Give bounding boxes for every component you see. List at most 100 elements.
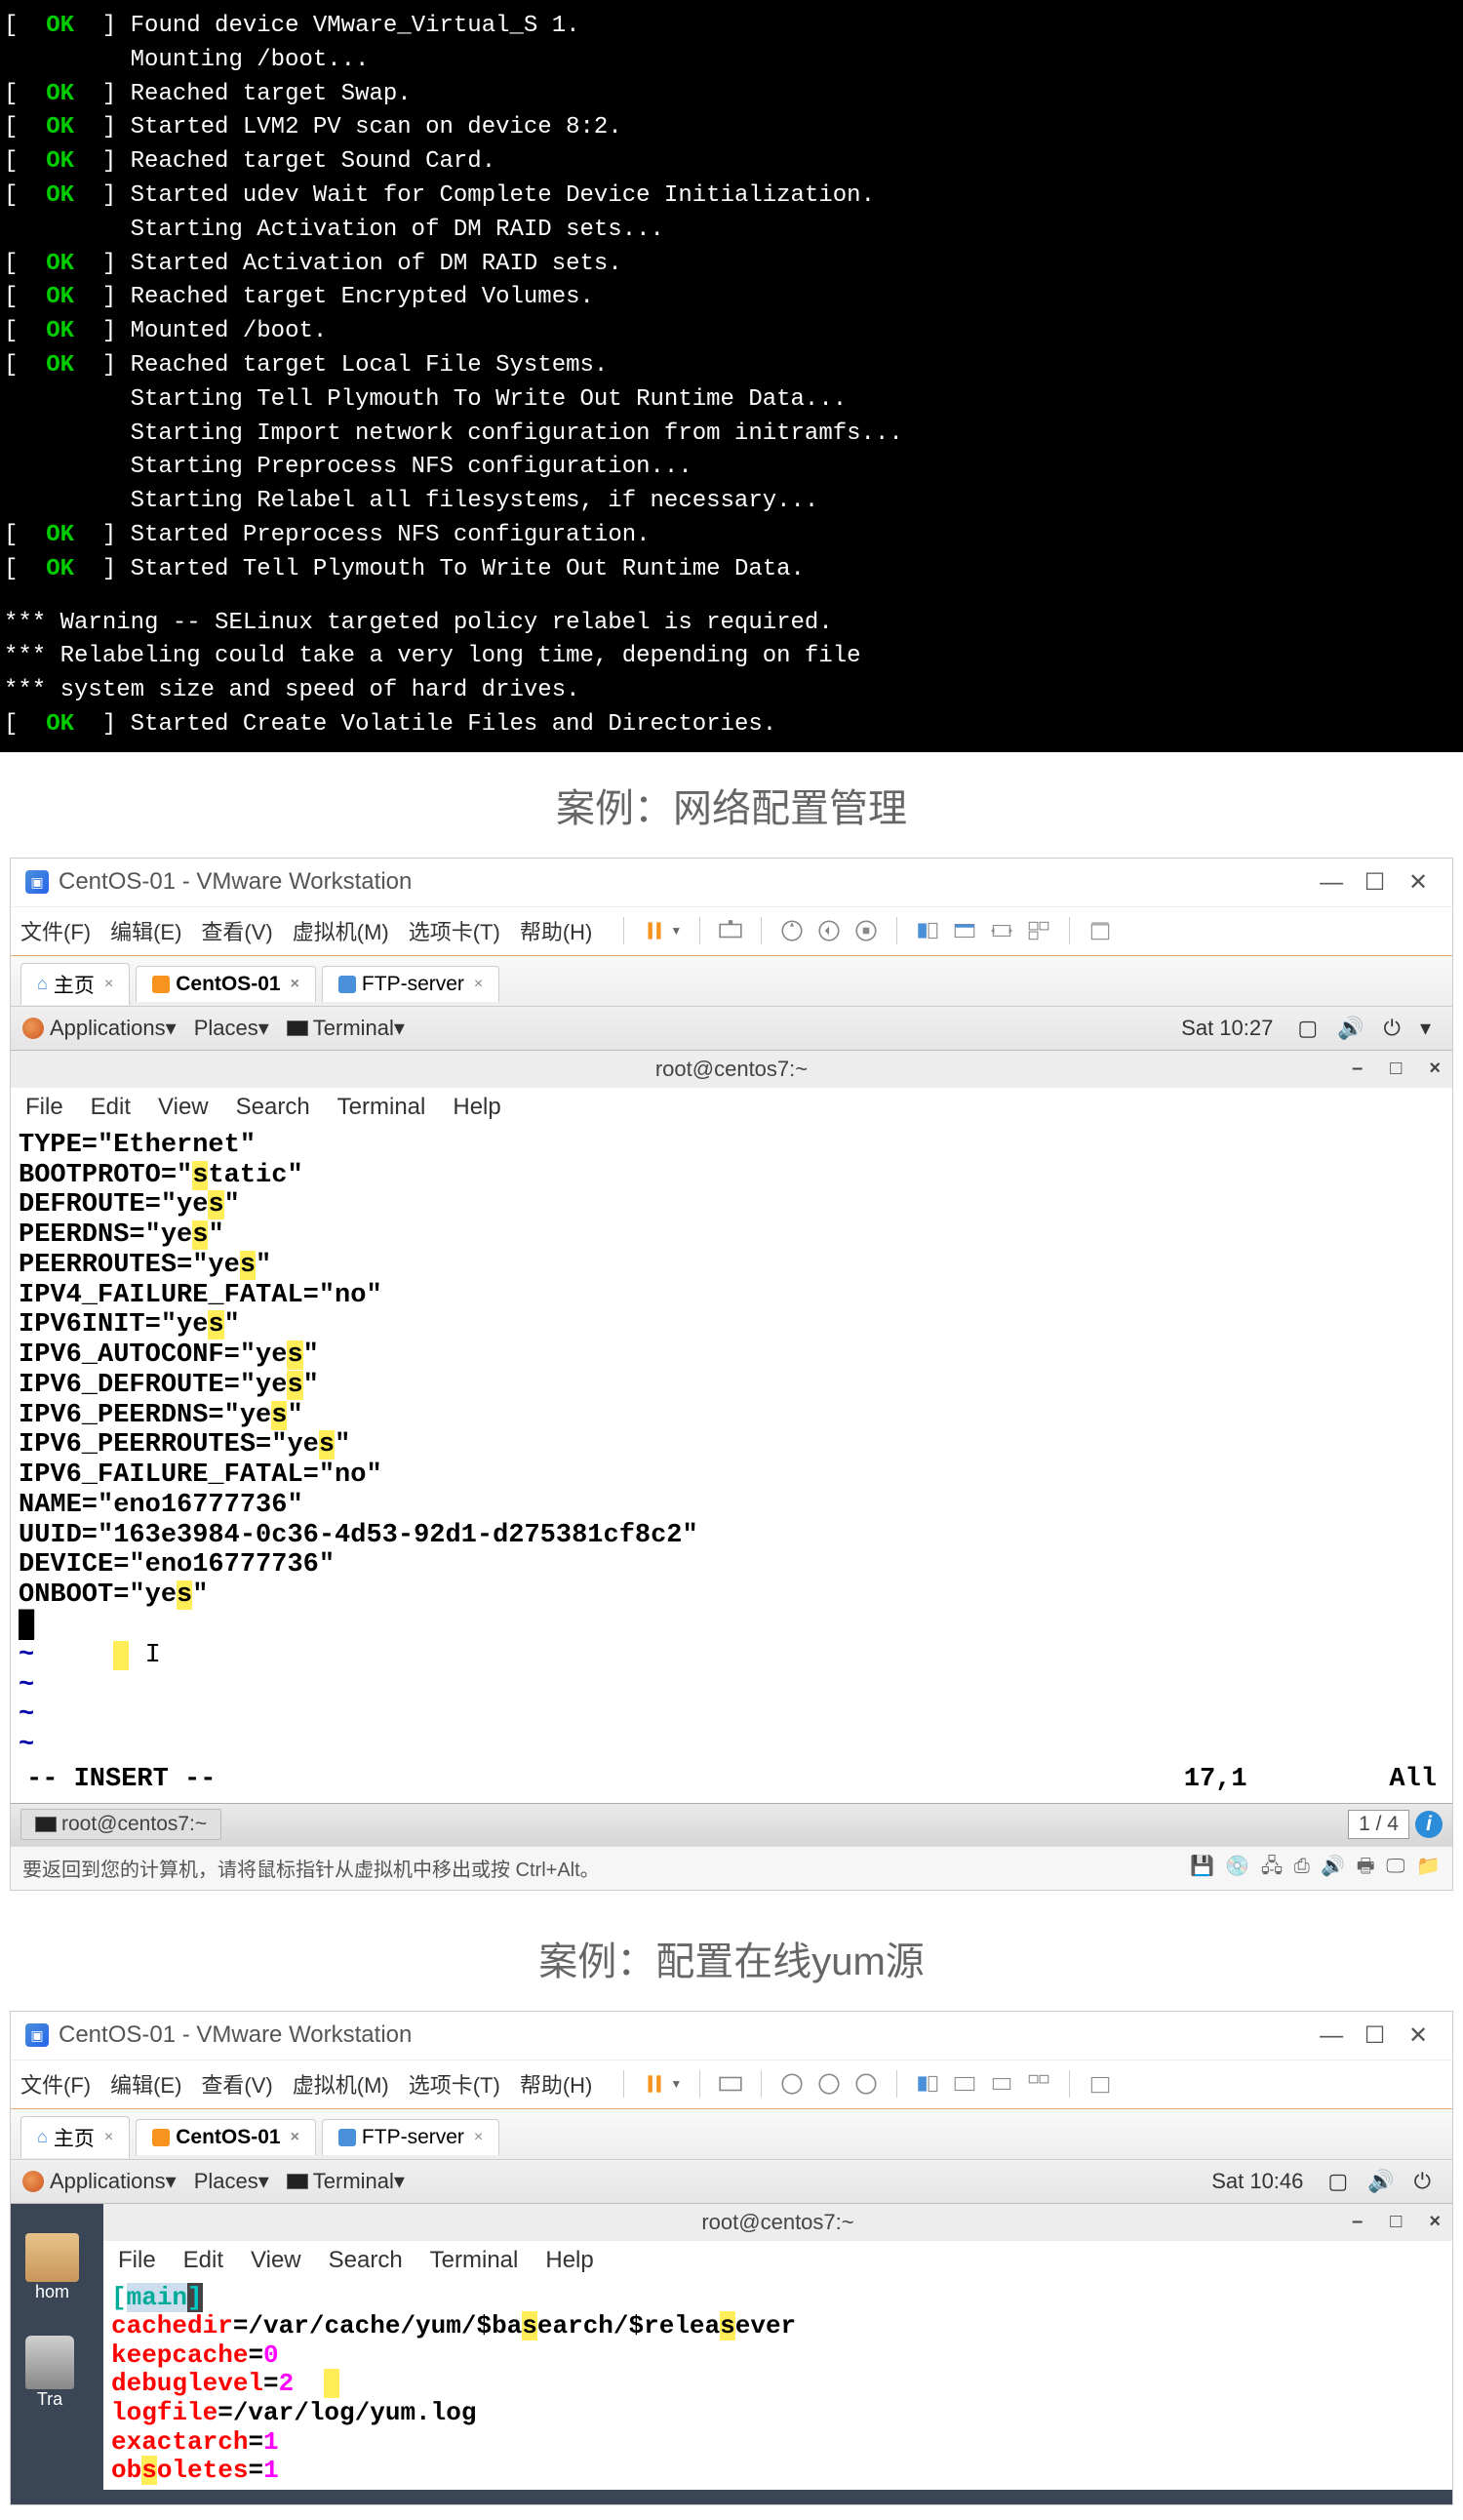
workspace-pager[interactable]: 1 / 4 xyxy=(1348,1810,1409,1839)
library-icon[interactable] xyxy=(1087,918,1113,943)
menu-search[interactable]: Search xyxy=(329,2247,403,2274)
close-button[interactable]: ✕ xyxy=(1399,2021,1438,2050)
terminal-titlebar[interactable]: root@centos7:~ – □ × xyxy=(11,1051,1452,1088)
terminal-indicator[interactable]: Terminal ▾ xyxy=(287,2169,405,2194)
menu-file[interactable]: File xyxy=(118,2247,156,2274)
maximize-button[interactable]: □ xyxy=(1390,1058,1402,1080)
revert-icon[interactable] xyxy=(816,918,842,943)
places-menu[interactable]: Places ▾ xyxy=(194,2169,269,2194)
snapshot-icon[interactable] xyxy=(779,2071,805,2097)
snapshot-manager-icon[interactable] xyxy=(853,2071,879,2097)
menu-edit[interactable]: 编辑(E) xyxy=(110,915,181,946)
menu-tabs[interactable]: 选项卡(T) xyxy=(409,2068,500,2100)
menu-vm[interactable]: 虚拟机(M) xyxy=(293,2068,389,2100)
menu-vm[interactable]: 虚拟机(M) xyxy=(293,915,389,946)
fullscreen-icon[interactable] xyxy=(915,2071,940,2097)
stretch-icon[interactable] xyxy=(989,2071,1014,2097)
network-icon[interactable]: 🖧 xyxy=(1261,1856,1283,1877)
minimize-button[interactable]: — xyxy=(1312,869,1351,897)
send-keys-icon[interactable] xyxy=(718,2071,743,2097)
applications-menu[interactable]: Applications ▾ xyxy=(22,1016,177,1041)
menu-file[interactable]: File xyxy=(25,1094,63,1121)
snapshot-icon[interactable] xyxy=(779,918,805,943)
pause-button[interactable]: ▼ xyxy=(642,2071,682,2097)
menu-tabs[interactable]: 选项卡(T) xyxy=(409,915,500,946)
unity-icon[interactable] xyxy=(952,2071,977,2097)
maximize-button[interactable]: □ xyxy=(1390,2211,1402,2233)
menu-file[interactable]: 文件(F) xyxy=(20,915,91,946)
terminal-indicator[interactable]: Terminal ▾ xyxy=(287,1016,405,1041)
folder-icon[interactable]: 📁 xyxy=(1416,1856,1441,1877)
menu-view[interactable]: 查看(V) xyxy=(201,2068,272,2100)
cd-icon[interactable]: 💿 xyxy=(1225,1856,1249,1877)
menu-edit[interactable]: Edit xyxy=(183,2247,223,2274)
menu-view[interactable]: View xyxy=(251,2247,301,2274)
chevron-down-icon[interactable]: ▾ xyxy=(1420,1016,1431,1041)
maximize-button[interactable]: ☐ xyxy=(1356,2021,1395,2050)
power-icon[interactable]: ⏻ xyxy=(1414,2169,1431,2194)
volume-icon[interactable]: 🔊 xyxy=(1367,2169,1394,2194)
close-tab-icon[interactable]: × xyxy=(291,976,299,993)
clock[interactable]: Sat 10:46 xyxy=(1211,2169,1303,2194)
menu-file[interactable]: 文件(F) xyxy=(20,2068,91,2100)
menu-help[interactable]: Help xyxy=(545,2247,593,2274)
display-icon[interactable]: 🖵 xyxy=(1386,1856,1404,1877)
terminal-editor[interactable]: [main] cachedir=/var/cache/yum/$basearch… xyxy=(103,2280,1452,2490)
keyboard-icon[interactable]: ▢ xyxy=(1327,2169,1348,2194)
close-tab-icon[interactable]: × xyxy=(474,2129,483,2146)
terminal-titlebar[interactable]: root@centos7:~ – □ × xyxy=(103,2204,1452,2241)
menu-edit[interactable]: 编辑(E) xyxy=(110,2068,181,2100)
pause-button[interactable]: ▼ xyxy=(642,918,682,943)
disk-icon[interactable]: 💾 xyxy=(1190,1856,1214,1877)
maximize-button[interactable]: ☐ xyxy=(1356,868,1395,897)
desktop-trash-icon[interactable]: Tra xyxy=(25,2336,74,2410)
revert-icon[interactable] xyxy=(816,2071,842,2097)
menu-terminal[interactable]: Terminal xyxy=(337,1094,426,1121)
close-button[interactable]: ✕ xyxy=(1399,868,1438,897)
minimize-button[interactable]: – xyxy=(1352,2211,1363,2233)
close-tab-icon[interactable]: × xyxy=(291,2129,299,2146)
clock[interactable]: Sat 10:27 xyxy=(1181,1016,1273,1041)
minimize-button[interactable]: — xyxy=(1312,2022,1351,2050)
menu-view[interactable]: View xyxy=(158,1094,209,1121)
menu-help[interactable]: 帮助(H) xyxy=(520,915,593,946)
sound-icon[interactable]: 🔊 xyxy=(1321,1856,1345,1877)
tab-centos[interactable]: CentOS-01× xyxy=(136,966,316,1002)
stretch-icon[interactable] xyxy=(989,918,1014,943)
menu-terminal[interactable]: Terminal xyxy=(430,2247,519,2274)
snapshot-manager-icon[interactable] xyxy=(853,918,879,943)
minimize-button[interactable]: – xyxy=(1352,1058,1363,1080)
applications-menu[interactable]: Applications ▾ xyxy=(22,2169,177,2194)
tab-home[interactable]: ⌂主页× xyxy=(20,2116,130,2158)
fullscreen-icon[interactable] xyxy=(915,918,940,943)
close-button[interactable]: × xyxy=(1429,2211,1441,2233)
tab-centos[interactable]: CentOS-01× xyxy=(136,2119,316,2155)
usb-icon[interactable]: ⎙ xyxy=(1294,1856,1310,1877)
tab-ftp[interactable]: FTP-server× xyxy=(322,966,499,1002)
menu-help[interactable]: 帮助(H) xyxy=(520,2068,593,2100)
menu-search[interactable]: Search xyxy=(236,1094,310,1121)
thumbnail-icon[interactable] xyxy=(1026,2071,1051,2097)
info-icon[interactable]: i xyxy=(1415,1811,1443,1838)
places-menu[interactable]: Places ▾ xyxy=(194,1016,269,1041)
terminal-editor[interactable]: TYPE="Ethernet" BOOTPROTO="static" DEFRO… xyxy=(11,1127,1452,1803)
tab-home[interactable]: ⌂主页× xyxy=(20,963,130,1005)
close-tab-icon[interactable]: × xyxy=(104,976,113,993)
menu-view[interactable]: 查看(V) xyxy=(201,915,272,946)
menu-edit[interactable]: Edit xyxy=(91,1094,131,1121)
power-icon[interactable]: ⏻ xyxy=(1384,1016,1401,1041)
titlebar[interactable]: ▣ CentOS-01 - VMware Workstation — ☐ ✕ xyxy=(11,2012,1452,2060)
printer-icon[interactable]: 🖶 xyxy=(1357,1856,1375,1877)
task-terminal[interactable]: root@centos7:~ xyxy=(20,1809,221,1840)
desktop-home-icon[interactable]: hom xyxy=(25,2233,79,2302)
titlebar[interactable]: ▣ CentOS-01 - VMware Workstation — ☐ ✕ xyxy=(11,859,1452,907)
close-button[interactable]: × xyxy=(1429,1058,1441,1080)
volume-icon[interactable]: 🔊 xyxy=(1337,1016,1364,1041)
keyboard-icon[interactable]: ▢ xyxy=(1297,1016,1318,1041)
menu-help[interactable]: Help xyxy=(453,1094,500,1121)
tab-ftp[interactable]: FTP-server× xyxy=(322,2119,499,2155)
library-icon[interactable] xyxy=(1087,2071,1113,2097)
thumbnail-icon[interactable] xyxy=(1026,918,1051,943)
close-tab-icon[interactable]: × xyxy=(474,976,483,993)
send-keys-icon[interactable] xyxy=(718,918,743,943)
